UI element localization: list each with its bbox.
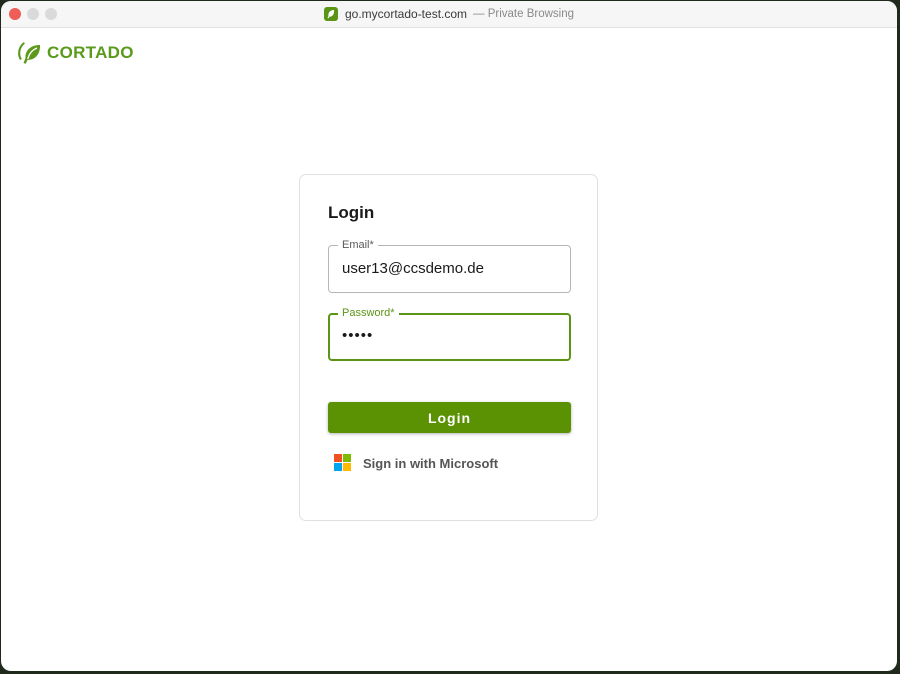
password-field[interactable]: Password* ••••• [328,306,571,361]
login-button-label: Login [427,409,472,426]
login-button[interactable]: Login [328,402,571,433]
microsoft-signin-button[interactable]: Sign in with Microsoft [334,453,498,473]
password-input[interactable]: ••••• [342,327,373,345]
title-bar: go.mycortado-test.com — Private Browsing [1,1,897,28]
login-card: Login Email* user13@ccsdemo.de Password*… [299,174,598,521]
email-input[interactable]: user13@ccsdemo.de [342,260,484,278]
private-browsing-label: — Private Browsing [473,8,575,20]
microsoft-signin-label: Sign in with Microsoft [363,455,499,471]
leaf-logo-icon [18,42,41,64]
address-url[interactable]: go.mycortado-test.com [345,7,467,21]
site-favicon-icon [323,7,338,21]
browser-window: go.mycortado-test.com — Private Browsing… [1,1,897,671]
title-center: go.mycortado-test.com — Private Browsing [1,1,897,27]
login-title: Login [328,203,375,222]
email-label: Email* [338,238,378,252]
email-field[interactable]: Email* user13@ccsdemo.de [328,238,571,293]
cortado-logo: CORTADO [15,39,134,67]
brand-name: CORTADO [47,43,134,62]
password-label: Password* [338,306,399,320]
microsoft-logo-icon [334,454,352,472]
